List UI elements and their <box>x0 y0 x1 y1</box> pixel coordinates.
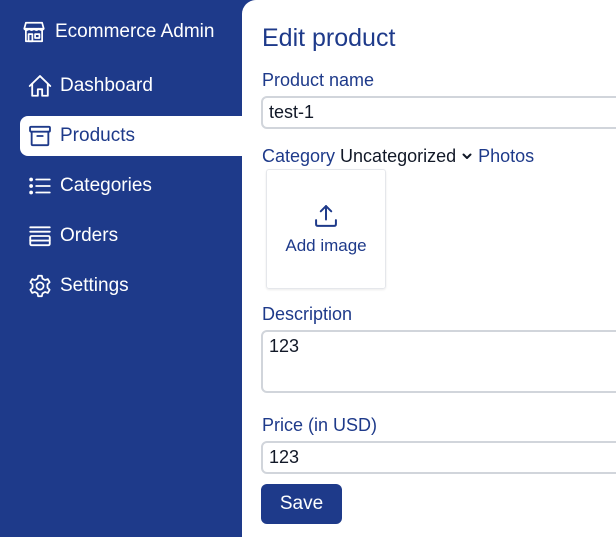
archive-box-icon <box>26 122 54 150</box>
gear-icon <box>26 272 54 300</box>
sidebar-item-products[interactable]: Products <box>20 116 242 156</box>
save-button[interactable]: Save <box>261 484 342 524</box>
price-input[interactable] <box>261 441 616 474</box>
add-image-button[interactable]: Add image <box>266 169 386 289</box>
photos-label: Photos <box>478 145 535 166</box>
list-icon <box>26 172 54 200</box>
sidebar-item-label: Dashboard <box>60 75 153 96</box>
sidebar-item-label: Categories <box>60 175 152 196</box>
product-name-input[interactable] <box>261 96 616 129</box>
main-panel: Edit product Product name Category Uncat… <box>242 0 616 537</box>
category-selected-value: Uncategorized <box>340 145 457 166</box>
description-textarea[interactable]: 123 <box>261 330 616 393</box>
sidebar-item-settings[interactable]: Settings <box>20 266 242 306</box>
add-image-label: Add image <box>285 236 367 255</box>
description-label: Description <box>262 304 353 324</box>
sidebar-item-label: Products <box>60 125 135 146</box>
product-name-label: Product name <box>262 70 375 90</box>
category-select[interactable]: Uncategorized <box>340 146 473 167</box>
sidebar-item-label: Settings <box>60 275 129 296</box>
sidebar-item-label: Orders <box>60 225 119 246</box>
sidebar: Ecommerce Admin Dashboard Products Categ… <box>0 0 242 537</box>
sidebar-item-orders[interactable]: Orders <box>20 216 242 256</box>
sidebar-item-categories[interactable]: Categories <box>20 166 242 206</box>
chevron-down-icon <box>461 150 473 162</box>
upload-icon <box>312 202 340 230</box>
sidebar-item-dashboard[interactable]: Dashboard <box>20 66 242 106</box>
brand-label: Ecommerce Admin <box>55 21 215 42</box>
store-icon <box>20 18 48 46</box>
brand[interactable]: Ecommerce Admin <box>20 18 214 46</box>
price-label: Price (in USD) <box>262 415 378 435</box>
queue-list-icon <box>26 222 54 250</box>
category-label: Category <box>262 145 336 166</box>
category-row: Category Uncategorized Photos <box>262 145 534 167</box>
page-title: Edit product <box>262 24 396 52</box>
home-icon <box>26 72 54 100</box>
